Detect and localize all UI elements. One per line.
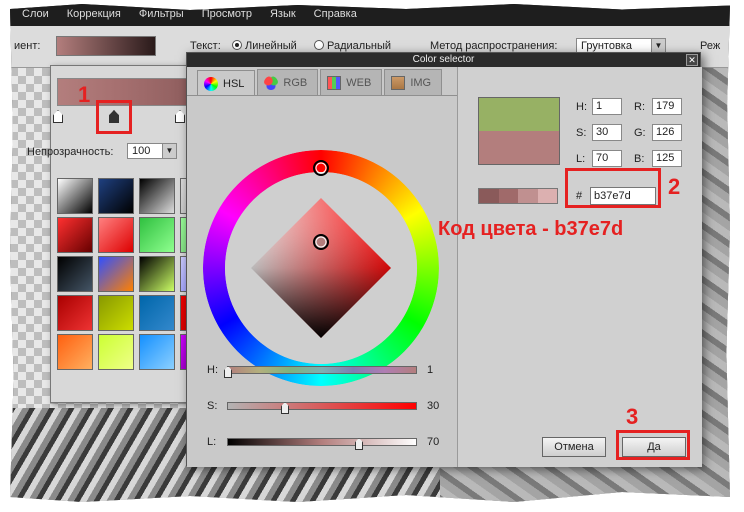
slider-h-track[interactable]: [227, 366, 417, 374]
preset-item[interactable]: [98, 256, 134, 292]
preset-item[interactable]: [98, 334, 134, 370]
color-history-strip: [478, 188, 558, 204]
preset-item[interactable]: [139, 334, 175, 370]
menu-adjustments[interactable]: Коррекция: [67, 8, 121, 22]
tab-hsl[interactable]: HSL: [197, 70, 256, 96]
rgb-circles-icon: [264, 75, 279, 90]
gradient-stop-end[interactable]: [175, 110, 185, 123]
r-label: R:: [634, 101, 645, 113]
history-swatch[interactable]: [498, 189, 518, 203]
image-icon: [391, 75, 406, 90]
gradient-preview[interactable]: [56, 36, 156, 56]
spread-value: Грунтовка: [581, 40, 632, 52]
text-label: Текст:: [190, 40, 221, 52]
hsl-panel: H: 1 S: 30 L: 70: [187, 95, 457, 467]
preset-item[interactable]: [98, 295, 134, 331]
slider-l-value: 70: [427, 436, 440, 448]
g-label: G:: [634, 127, 646, 139]
radio-linear[interactable]: Линейный: [232, 40, 297, 52]
screenshot: Слои Коррекция Фильтры Просмотр Язык Спр…: [0, 0, 744, 512]
annotation-number-1: 1: [78, 82, 91, 107]
current-color-swatch: [478, 131, 560, 165]
gradient-stop-start[interactable]: [53, 110, 63, 123]
preset-item[interactable]: [57, 256, 93, 292]
history-swatch[interactable]: [479, 189, 499, 203]
s-input[interactable]: 30: [592, 124, 622, 141]
gradient-label: иент:: [14, 40, 41, 52]
annotation-box-3: [616, 430, 690, 460]
tab-rgb-label: RGB: [283, 76, 308, 89]
radio-linear-icon[interactable]: [232, 40, 242, 50]
grid-palette-icon: [327, 75, 342, 90]
menu-layers[interactable]: Слои: [22, 8, 49, 22]
b-input[interactable]: 125: [652, 150, 682, 167]
menu-view[interactable]: Просмотр: [202, 8, 252, 22]
color-wheel-icon: [204, 76, 218, 91]
gradient-presets: [57, 178, 216, 370]
annotation-box-2: [565, 168, 661, 208]
tab-img[interactable]: IMG: [384, 69, 443, 95]
tab-rgb[interactable]: RGB: [257, 69, 319, 95]
history-swatch[interactable]: [518, 189, 538, 203]
cancel-button[interactable]: Отмена: [542, 437, 606, 457]
preset-item[interactable]: [139, 178, 175, 214]
radio-radial[interactable]: Радиальный: [314, 40, 391, 52]
preset-item[interactable]: [98, 217, 134, 253]
radio-radial-label: Радиальный: [327, 40, 392, 52]
preset-item[interactable]: [57, 217, 93, 253]
slider-s-label: S:: [207, 400, 218, 412]
r-input[interactable]: 179: [652, 98, 682, 115]
spread-label: Метод распространения:: [430, 40, 558, 52]
preset-item[interactable]: [98, 178, 134, 214]
preset-item[interactable]: [57, 295, 93, 331]
slider-l-label: L:: [207, 436, 217, 448]
annotation-box-1: [96, 100, 132, 134]
menu-help[interactable]: Справка: [314, 8, 357, 22]
b-label: B:: [634, 153, 645, 165]
slider-h-value: 1: [427, 364, 434, 376]
color-tabs: HSL RGB WEB IMG: [197, 69, 444, 96]
tab-img-label: IMG: [410, 76, 432, 89]
slider-s-value: 30: [427, 400, 440, 412]
preset-item[interactable]: [139, 295, 175, 331]
annotation-note: Код цвета - b37e7d: [438, 218, 624, 240]
radio-radial-icon[interactable]: [314, 40, 324, 50]
opacity-select[interactable]: 100 ▼: [127, 143, 177, 159]
l-label: L:: [576, 153, 586, 165]
menu-language[interactable]: Язык: [270, 8, 296, 22]
close-icon[interactable]: ✕: [686, 54, 698, 66]
chevron-down-icon[interactable]: ▼: [162, 144, 176, 158]
hsl-wheel[interactable]: [203, 150, 439, 386]
new-color-swatch: [478, 97, 560, 131]
chevron-down-icon[interactable]: ▼: [651, 39, 665, 53]
tab-web-label: WEB: [346, 76, 372, 89]
annotation-number-2: 2: [668, 174, 681, 199]
menu-filters[interactable]: Фильтры: [139, 8, 184, 22]
preset-item[interactable]: [139, 256, 175, 292]
opacity-value: 100: [132, 145, 151, 157]
slider-l-track[interactable]: [227, 438, 417, 446]
mode-label: Реж: [700, 40, 721, 52]
tab-web[interactable]: WEB: [320, 69, 383, 95]
values-panel: H: 1 R: 179 S: 30 G: 126 L: 70 B: 125 # …: [457, 67, 702, 467]
preset-item[interactable]: [139, 217, 175, 253]
radio-linear-label: Линейный: [245, 40, 297, 52]
slider-s-track[interactable]: [227, 402, 417, 410]
annotation-number-3: 3: [626, 404, 639, 429]
s-label: S:: [576, 127, 587, 139]
color-selector-dialog: Color selector ✕ HSL RGB WEB IMG H: 1 S:…: [186, 52, 702, 467]
l-input[interactable]: 70: [592, 150, 622, 167]
preset-item[interactable]: [57, 178, 93, 214]
g-input[interactable]: 126: [652, 124, 682, 141]
h-input[interactable]: 1: [592, 98, 622, 115]
slider-h-label: H:: [207, 364, 218, 376]
opacity-label: Непрозрачность:: [27, 146, 114, 158]
dialog-title: Color selector: [187, 53, 700, 67]
tab-hsl-label: HSL: [223, 77, 245, 90]
h-label: H:: [576, 101, 587, 113]
preset-item[interactable]: [57, 334, 93, 370]
menu-bar: Слои Коррекция Фильтры Просмотр Язык Спр…: [10, 4, 730, 26]
history-swatch[interactable]: [537, 189, 557, 203]
